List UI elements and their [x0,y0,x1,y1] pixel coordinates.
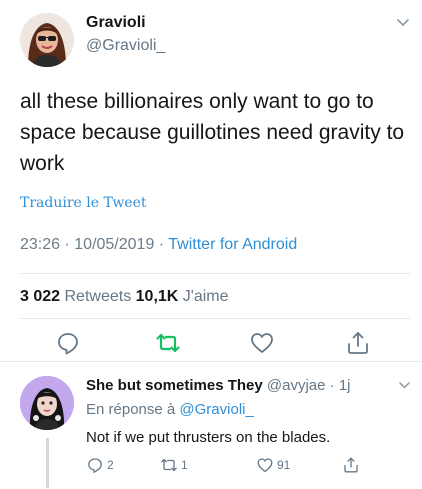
avatar[interactable] [20,13,74,67]
reply-author-name[interactable]: She but sometimes They [86,377,263,394]
share-icon[interactable] [345,330,371,356]
divider [20,273,410,274]
divider [20,318,410,319]
tweet-time: 23:26 [20,236,61,253]
retweet-icon [161,458,177,472]
author-handle[interactable]: @Gravioli_ [86,37,165,55]
meta-separator: · [154,236,169,253]
main-tweet: Gravioli @Gravioli_ all these billionair… [0,0,422,362]
in-reply-prefix: En réponse à [86,401,180,418]
like-count[interactable]: 10,1K [136,288,179,305]
tweet-text: all these billionaires only want to go t… [20,90,405,175]
reply-icon[interactable] [55,330,81,356]
avatar[interactable] [20,376,74,430]
mention-link[interactable]: @Gravioli_ [179,401,253,418]
reply-time[interactable]: · 1j [325,377,351,394]
reply-actions: 2 1 91 [86,455,386,475]
translate-link[interactable]: Traduire le Tweet [20,195,147,211]
retweet-count[interactable]: 3 022 [20,288,60,305]
retweet-button[interactable]: 1 [160,455,188,475]
chevron-down-icon[interactable] [396,18,410,28]
reply-author-handle[interactable]: @avyjae [263,377,326,394]
heart-icon[interactable] [249,330,275,356]
reply-header: She but sometimes They @avyjae · 1j [86,377,351,394]
author-photo [20,13,74,67]
reply-icon [88,458,102,473]
tweet-metadata: 23:26 · 10/05/2019 · Twitter for Android [20,236,297,254]
heart-icon [257,458,273,473]
retweet-count: 1 [181,458,188,472]
reply-text: Not if we put thrusters on the blades. [86,429,331,446]
like-button[interactable]: 91 [256,455,290,475]
share-icon [344,457,358,473]
tweet-source[interactable]: Twitter for Android [168,236,297,253]
reply-button[interactable]: 2 [86,455,114,475]
share-button[interactable] [342,455,363,475]
like-count: 91 [277,458,291,472]
meta-separator: · [60,236,75,253]
like-label[interactable]: J'aime [178,288,229,305]
tweet-date: 10/05/2019 [74,236,155,253]
reply-count: 2 [107,458,114,472]
retweet-icon[interactable] [155,330,181,356]
chevron-down-icon[interactable] [398,381,411,390]
tweet-stats: 3 022 Retweets 10,1K J'aime [20,288,229,306]
in-reply-to: En réponse à @Gravioli_ [86,401,254,418]
reply-author-photo [20,376,74,430]
thread-line [46,438,49,488]
retweet-label[interactable]: Retweets [60,288,136,305]
tweet-actions [0,330,422,356]
reply-tweet[interactable]: She but sometimes They @avyjae · 1j En r… [0,362,422,489]
author-name[interactable]: Gravioli [86,14,146,32]
